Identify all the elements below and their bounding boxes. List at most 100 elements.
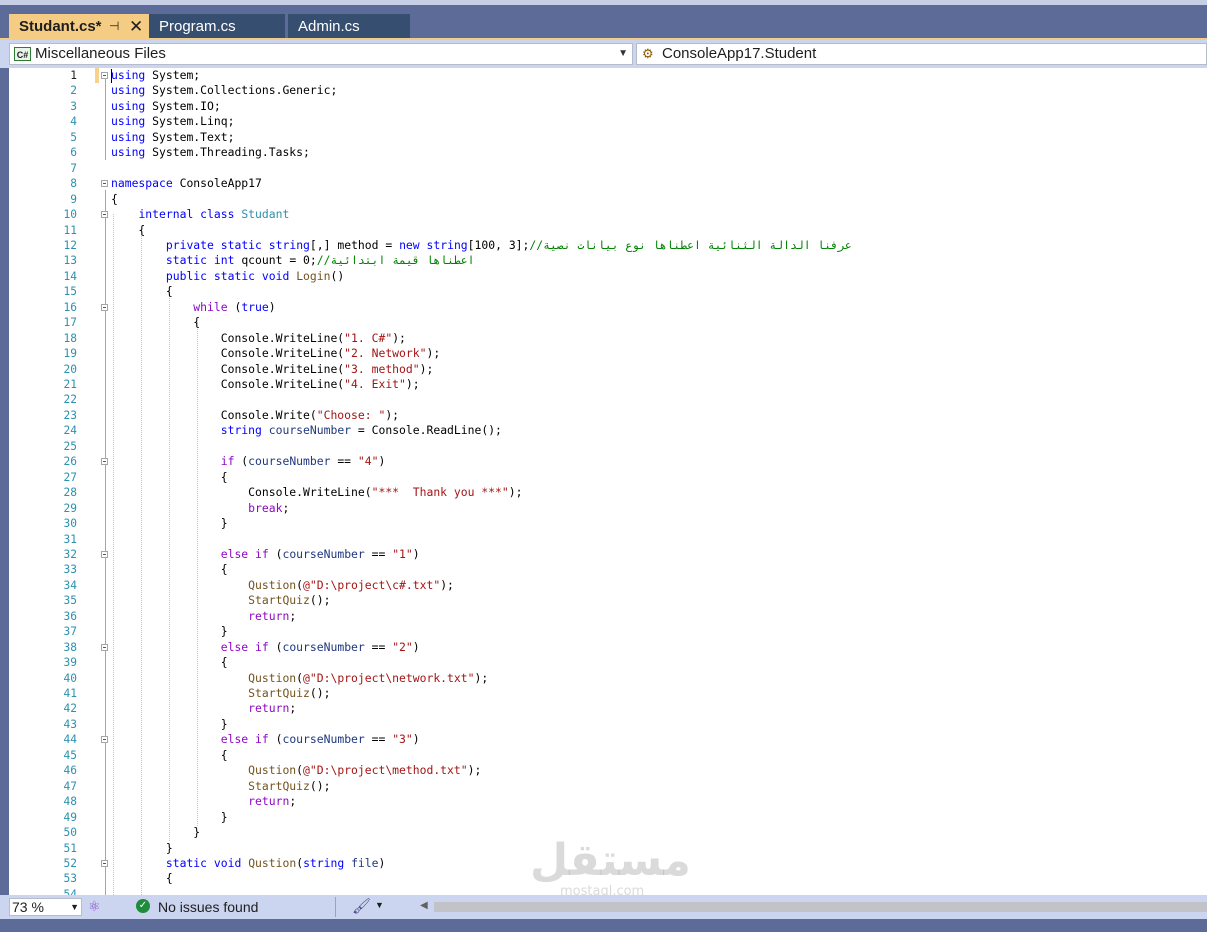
- code-text: Qustion(@"D:\project\c#.txt");: [248, 577, 454, 592]
- code-line[interactable]: 5 using System.Text;: [9, 130, 1207, 145]
- line-number: 5: [70, 130, 77, 144]
- code-line[interactable]: 11 {: [9, 223, 1207, 238]
- code-line[interactable]: 10 internal class Studant: [9, 207, 1207, 222]
- code-line[interactable]: 25: [9, 439, 1207, 454]
- collapse-icon[interactable]: [101, 72, 108, 79]
- chevron-down-icon[interactable]: ▼: [618, 44, 628, 64]
- tab-admin-cs[interactable]: Admin.cs: [288, 14, 410, 39]
- code-line[interactable]: 30 }: [9, 516, 1207, 531]
- code-line[interactable]: 12 private static string[,] method = new…: [9, 238, 1207, 253]
- code-line[interactable]: 16 while (true): [9, 300, 1207, 315]
- project-dropdown[interactable]: C# Miscellaneous Files ▼: [9, 43, 633, 65]
- code-text: namespace ConsoleApp17: [111, 176, 262, 191]
- line-number: 30: [63, 517, 77, 531]
- code-line[interactable]: 48 return;: [9, 794, 1207, 809]
- code-line[interactable]: 28 Console.WriteLine("*** Thank you ***"…: [9, 485, 1207, 500]
- code-line[interactable]: 8 namespace ConsoleApp17: [9, 176, 1207, 191]
- line-number: 36: [63, 609, 77, 623]
- line-number: 47: [63, 779, 77, 793]
- close-icon[interactable]: ✕: [129, 14, 143, 39]
- code-text: using System;: [111, 68, 201, 82]
- code-line[interactable]: 7: [9, 161, 1207, 176]
- chevron-down-icon[interactable]: ▼: [70, 899, 79, 915]
- code-line[interactable]: 18 Console.WriteLine("1. C#");: [9, 331, 1207, 346]
- code-line[interactable]: 9{: [9, 192, 1207, 207]
- chevron-down-icon[interactable]: ▼: [375, 900, 384, 910]
- code-text: string courseNumber = Console.ReadLine()…: [220, 423, 502, 438]
- code-line[interactable]: 6 using System.Threading.Tasks;: [9, 145, 1207, 160]
- code-line[interactable]: 3 using System.IO;: [9, 99, 1207, 114]
- brain-icon[interactable]: ⚛: [88, 898, 101, 915]
- code-text: return;: [248, 794, 297, 809]
- collapse-icon[interactable]: [101, 180, 108, 188]
- issues-status[interactable]: No issues found: [158, 899, 258, 915]
- code-line[interactable]: 39 {: [9, 655, 1207, 670]
- broom-icon[interactable]: 🖌: [352, 897, 371, 915]
- collapse-icon[interactable]: [101, 211, 108, 219]
- code-line[interactable]: 27 {: [9, 470, 1207, 485]
- code-line[interactable]: 37 }: [9, 624, 1207, 639]
- collapse-icon[interactable]: [101, 550, 108, 558]
- code-line[interactable]: 20 Console.WriteLine("3. method");: [9, 362, 1207, 377]
- code-line[interactable]: 32 else if (courseNumber == "1"): [9, 547, 1207, 562]
- document-tab-strip: Studant.cs* ⊣ ✕ Program.cs Admin.cs: [0, 0, 1207, 40]
- code-line[interactable]: 42 return;: [9, 701, 1207, 716]
- code-line[interactable]: 23 Console.Write("Choose: ");: [9, 408, 1207, 423]
- line-number: 44: [63, 733, 77, 747]
- code-line[interactable]: 38 else if (courseNumber == "2"): [9, 640, 1207, 655]
- line-number: 46: [63, 764, 77, 778]
- collapse-icon[interactable]: [101, 736, 108, 744]
- line-number: 8: [70, 177, 77, 191]
- code-line[interactable]: 2 using System.Collections.Generic;: [9, 83, 1207, 98]
- scroll-left-icon[interactable]: ◀: [420, 900, 428, 911]
- code-line[interactable]: 40 Qustion(@"D:\project\network.txt");: [9, 671, 1207, 686]
- code-line[interactable]: 49 }: [9, 810, 1207, 825]
- code-line[interactable]: 21 Console.WriteLine("4. Exit");: [9, 377, 1207, 392]
- code-line[interactable]: 35 StartQuiz();: [9, 593, 1207, 608]
- code-editor[interactable]: 1 using System; 2 using System.Collections.…: [9, 68, 1207, 895]
- line-number: 27: [63, 470, 77, 484]
- line-number: 41: [63, 687, 77, 700]
- collapse-icon[interactable]: [101, 643, 108, 651]
- code-text: }: [111, 624, 228, 639]
- code-line[interactable]: 17 {: [9, 315, 1207, 330]
- code-line[interactable]: 29 break;: [9, 501, 1207, 516]
- code-line[interactable]: 46 Qustion(@"D:\project\method.txt");: [9, 763, 1207, 778]
- code-text: StartQuiz();: [248, 593, 331, 608]
- line-number: 14: [63, 269, 77, 283]
- line-number: 50: [63, 826, 77, 840]
- code-line[interactable]: 13 static int qcount = 0;//اعطناها قيمة …: [9, 253, 1207, 268]
- code-line[interactable]: 4 using System.Linq;: [9, 114, 1207, 129]
- collapse-icon[interactable]: [101, 859, 108, 867]
- tab-program-cs[interactable]: Program.cs: [149, 14, 285, 39]
- code-line[interactable]: 15 {: [9, 284, 1207, 299]
- code-line[interactable]: 26 if (courseNumber == "4"): [9, 454, 1207, 469]
- line-number: 42: [63, 702, 77, 716]
- code-line[interactable]: 33 {: [9, 562, 1207, 577]
- code-line[interactable]: 43 }: [9, 717, 1207, 732]
- code-text: else if (courseNumber == "3"): [220, 732, 420, 747]
- code-text: return;: [248, 701, 297, 716]
- pin-icon[interactable]: ⊣: [109, 14, 119, 39]
- code-line[interactable]: 44 else if (courseNumber == "3"): [9, 732, 1207, 747]
- code-line[interactable]: 19 Console.WriteLine("2. Network");: [9, 346, 1207, 361]
- tab-studant-cs[interactable]: Studant.cs* ⊣ ✕: [9, 14, 149, 39]
- horizontal-scrollbar[interactable]: [434, 902, 1207, 912]
- code-line[interactable]: 41 StartQuiz();: [9, 686, 1207, 701]
- collapse-icon[interactable]: [101, 458, 108, 466]
- line-number: 3: [70, 99, 77, 113]
- code-line[interactable]: 34 Qustion(@"D:\project\c#.txt");: [9, 578, 1207, 593]
- code-line[interactable]: 14 public static void Login(): [9, 269, 1207, 284]
- code-line[interactable]: 1 using System;: [9, 68, 1207, 83]
- code-line[interactable]: 36 return;: [9, 609, 1207, 624]
- code-text: return;: [248, 608, 297, 623]
- collapse-icon[interactable]: [101, 303, 108, 311]
- code-line[interactable]: 31: [9, 532, 1207, 547]
- member-dropdown[interactable]: ⚙ ConsoleApp17.Student: [636, 43, 1207, 65]
- zoom-dropdown[interactable]: 73 % ▼: [9, 898, 82, 916]
- code-line[interactable]: 47 StartQuiz();: [9, 779, 1207, 794]
- tab-label: Studant.cs*: [19, 18, 102, 35]
- code-line[interactable]: 22: [9, 392, 1207, 407]
- code-line[interactable]: 45 {: [9, 748, 1207, 763]
- code-line[interactable]: 24 string courseNumber = Console.ReadLin…: [9, 423, 1207, 438]
